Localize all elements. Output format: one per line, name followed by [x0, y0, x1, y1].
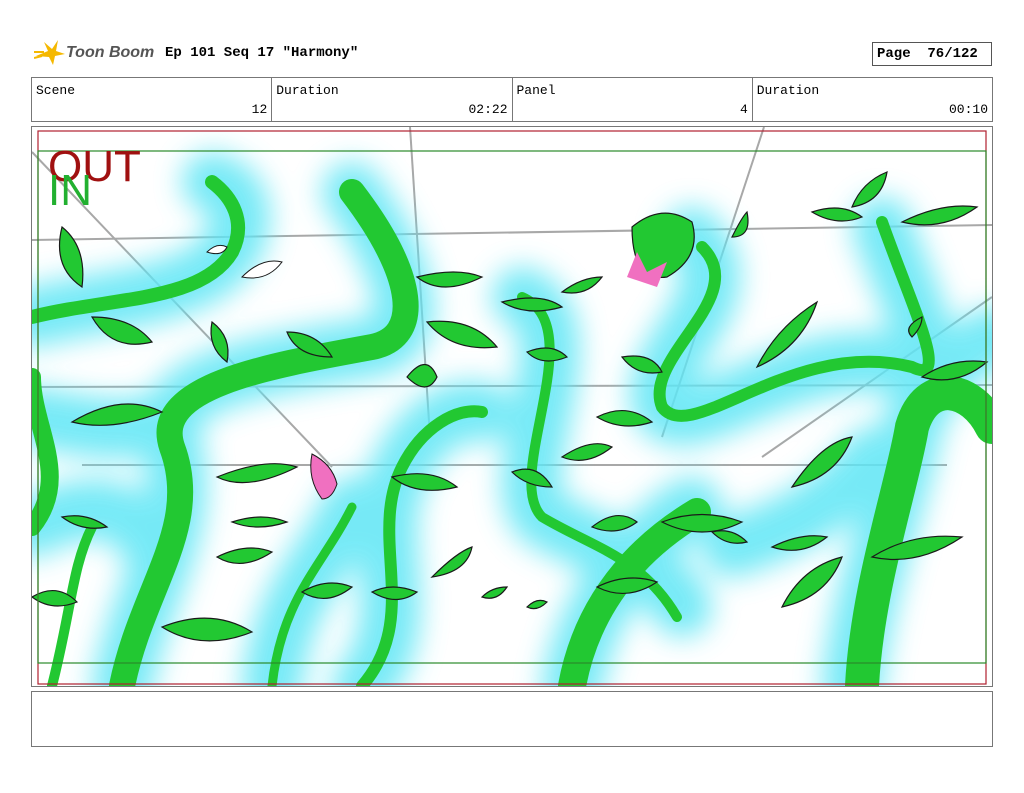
toon-boom-star-icon: [33, 40, 65, 65]
scene-value: 12: [251, 102, 268, 117]
panel-caption-box: [31, 691, 993, 747]
panel-value: 4: [739, 102, 748, 117]
info-row: Scene 12 Duration 02:22 Panel 4 Duration…: [31, 77, 993, 122]
panel-cell: Panel 4: [513, 78, 753, 121]
toon-boom-logo: Toon Boom: [33, 38, 156, 68]
page-indicator: Page 76/122: [872, 42, 992, 66]
vine-drawing: [32, 127, 992, 686]
scene-cell: Scene 12: [32, 78, 273, 121]
logo-text: Toon Boom: [66, 44, 155, 61]
storyboard-title: Ep 101 Seq 17 "Harmony": [165, 45, 359, 61]
panel-duration-cell: Duration 00:10: [753, 78, 992, 121]
storyboard-panel-image: OUT IN: [31, 126, 993, 687]
scene-duration-cell: Duration 02:22: [272, 78, 513, 121]
panel-label: Panel: [516, 83, 556, 98]
in-label: IN: [48, 166, 92, 215]
scene-label: Scene: [36, 83, 76, 98]
panel-duration-label: Duration: [756, 83, 820, 98]
scene-duration-label: Duration: [276, 83, 339, 98]
panel-duration-value: 00:10: [948, 102, 988, 117]
scene-duration-value: 02:22: [468, 102, 508, 117]
